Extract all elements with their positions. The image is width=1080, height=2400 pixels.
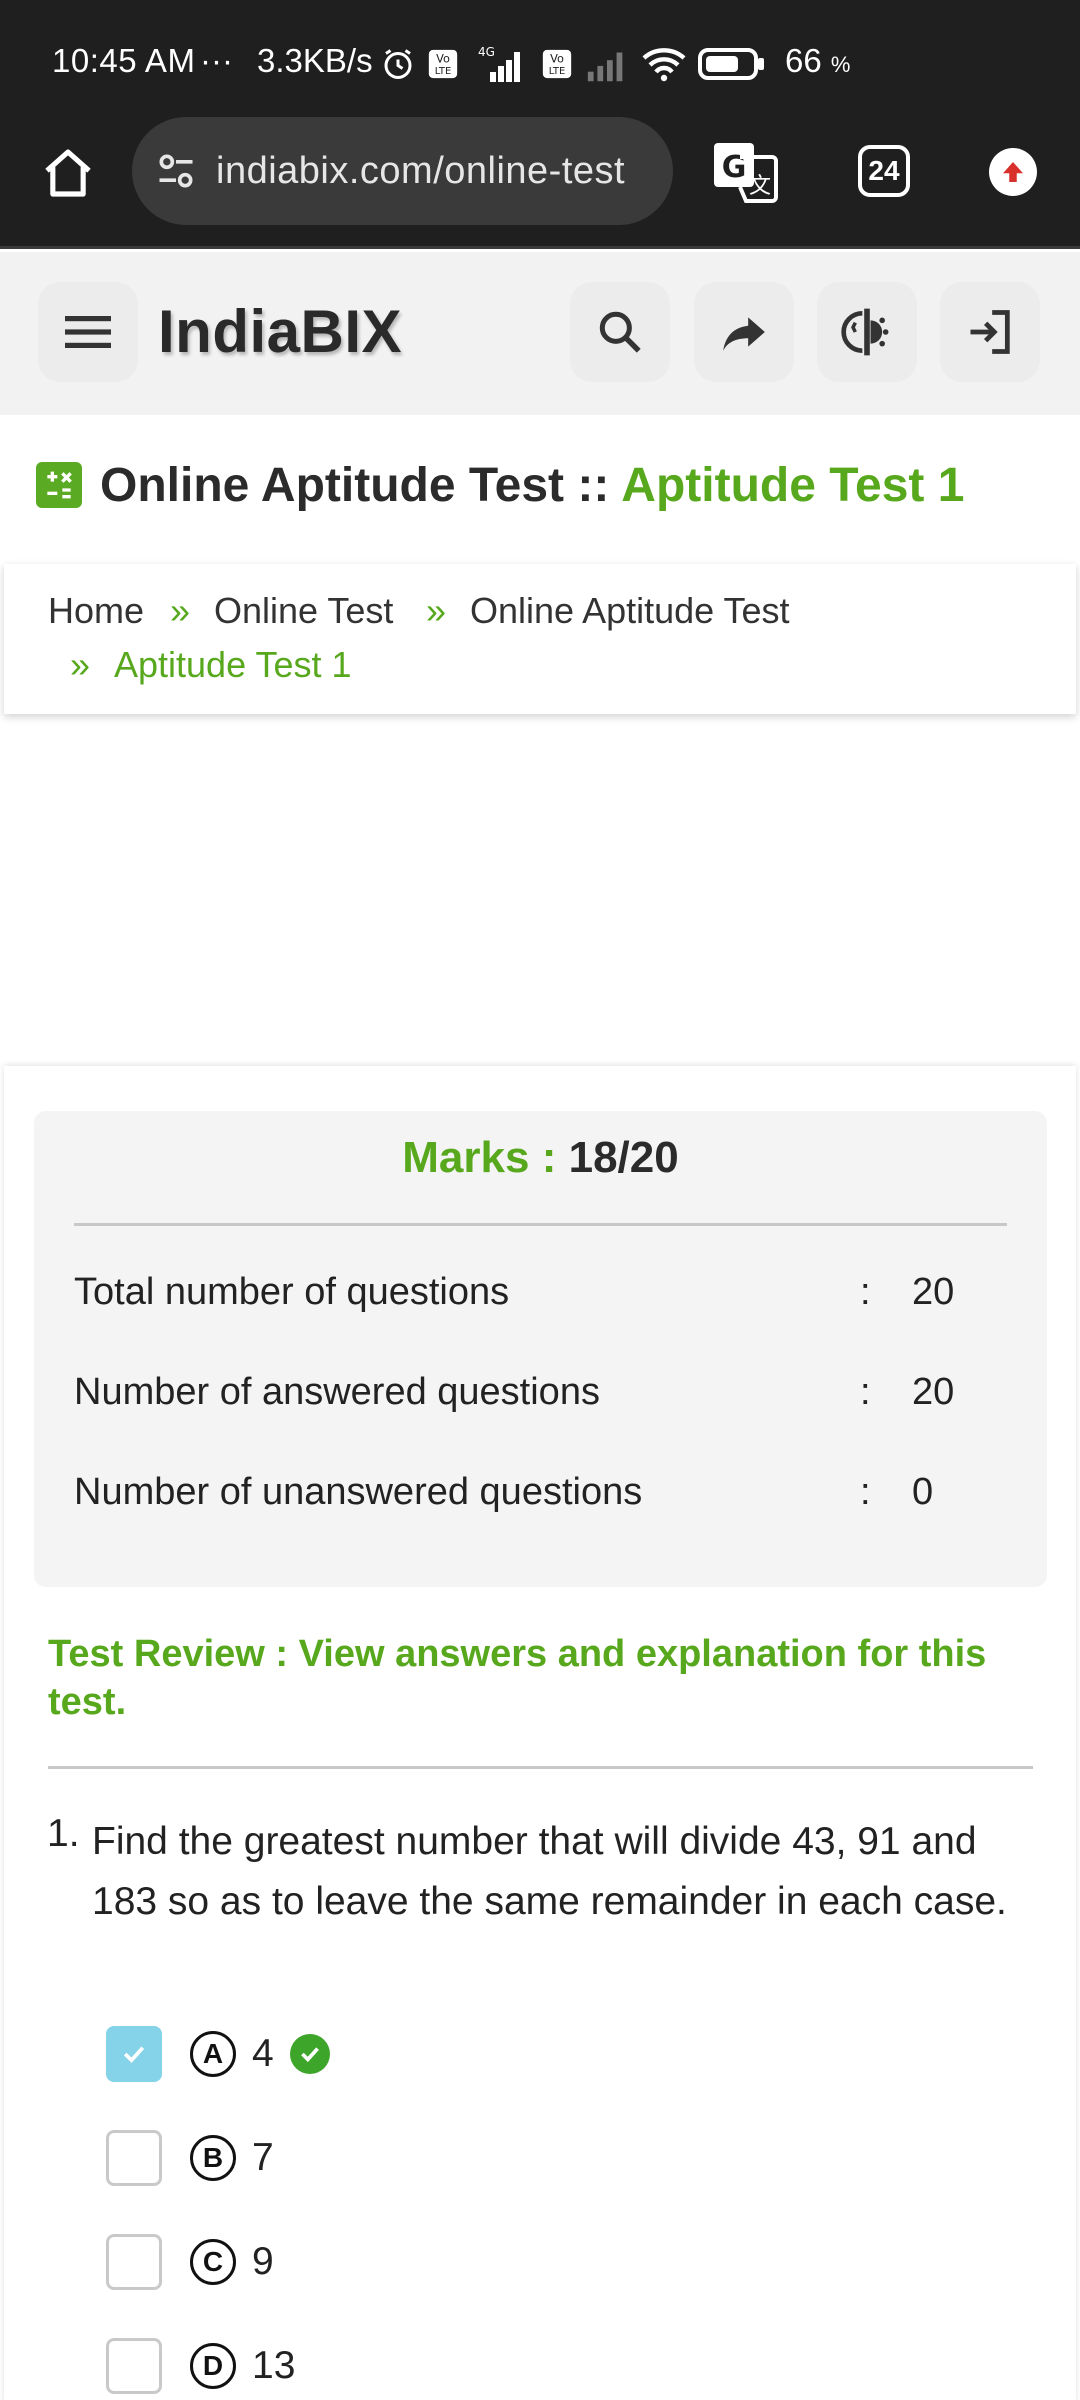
home-icon <box>45 149 91 197</box>
browser-toolbar: indiabix.com/online-test G文 24 <box>0 117 1080 249</box>
login-icon <box>970 310 1010 354</box>
search-button[interactable] <box>570 282 670 382</box>
svg-text:Vo: Vo <box>436 52 450 66</box>
home-button[interactable] <box>36 141 100 205</box>
theme-toggle-button[interactable] <box>817 282 917 382</box>
option-text: 13 <box>252 2344 296 2387</box>
option-letter: A <box>190 2031 236 2077</box>
alarm-icon <box>384 49 412 79</box>
svg-text:4G: 4G <box>478 45 495 59</box>
option-letter: B <box>190 2135 236 2181</box>
breadcrumb-separator: » <box>426 590 447 631</box>
translate-button[interactable]: G文 <box>712 141 778 203</box>
calculator-icon <box>36 462 82 508</box>
status-bar: 10:45 AM ··· 3.3KB/s Vo LTE 4G Vo LTE 66 % <box>0 0 1080 117</box>
breadcrumb-online-test[interactable]: Online Test <box>214 590 393 632</box>
status-time: 10:45 AM <box>52 42 196 79</box>
marks-label: Marks : <box>402 1133 557 1182</box>
share-icon <box>723 317 765 351</box>
option-checkbox[interactable] <box>106 2130 162 2186</box>
login-button[interactable] <box>940 282 1040 382</box>
theme-toggle-icon <box>841 308 889 356</box>
hamburger-icon <box>65 316 111 348</box>
stat-value: 20 <box>912 1371 955 1413</box>
stat-row: Number of answered questions : 20 <box>74 1371 974 1414</box>
breadcrumb-online-aptitude-test[interactable]: Online Aptitude Test <box>470 590 790 632</box>
result-summary: Marks : 18/20 Total number of questions … <box>34 1111 1047 1587</box>
stat-label: Total number of questions <box>74 1271 510 1313</box>
share-button[interactable] <box>694 282 794 382</box>
volte-icon: VoLTE <box>428 49 458 79</box>
svg-text:LTE: LTE <box>549 66 565 77</box>
option-a[interactable]: A 4 <box>106 2026 330 2082</box>
checkmark-icon <box>123 2046 145 2063</box>
site-settings-icon[interactable] <box>154 149 198 193</box>
marks-value: 18/20 <box>568 1133 679 1182</box>
option-checkbox[interactable] <box>106 2026 162 2082</box>
correct-answer-icon <box>289 2034 330 2074</box>
site-logo[interactable]: IndiaBIX <box>158 297 402 366</box>
svg-text:文: 文 <box>749 174 771 199</box>
status-dots: ··· <box>200 42 233 79</box>
option-text: 9 <box>252 2240 274 2283</box>
question-number: 1. <box>47 1812 80 1855</box>
breadcrumb-home[interactable]: Home <box>48 590 144 632</box>
page-title: Online Aptitude Test :: Aptitude Test 1 <box>36 455 964 515</box>
stat-row: Number of unanswered questions : 0 <box>74 1471 974 1514</box>
stat-value: 0 <box>912 1471 934 1513</box>
option-letter: C <box>190 2239 236 2285</box>
option-checkbox[interactable] <box>106 2338 162 2394</box>
search-icon <box>599 311 641 353</box>
divider <box>48 1766 1033 1769</box>
battery-unit: % <box>830 52 851 77</box>
volte-icon: VoLTE <box>542 49 572 79</box>
question-text: Find the greatest number that will divid… <box>92 1820 1007 1923</box>
option-d[interactable]: D 13 <box>106 2338 295 2394</box>
marks: Marks : 18/20 <box>34 1133 1047 1183</box>
stat-value: 20 <box>912 1271 955 1313</box>
stat-colon: : <box>860 1371 871 1413</box>
page-title-main: Online Aptitude Test :: <box>100 458 610 512</box>
page-title-sub: Aptitude Test 1 <box>621 458 965 512</box>
stat-label: Number of answered questions <box>74 1371 600 1413</box>
test-review-heading: Test Review : View answers and explanati… <box>48 1633 987 1723</box>
breadcrumb-separator: » <box>70 644 91 685</box>
network-speed: 3.3KB/s <box>257 42 373 79</box>
upload-arrow-icon <box>1003 162 1023 182</box>
breadcrumb-separator: » <box>170 590 191 631</box>
site-header: IndiaBIX <box>0 252 1080 415</box>
translate-icon: G文 <box>714 143 778 203</box>
option-checkbox[interactable] <box>106 2234 162 2290</box>
tab-switcher-button[interactable]: 24 <box>858 145 910 197</box>
signal-4g-icon: 4G <box>478 45 520 82</box>
option-text: 7 <box>252 2136 274 2179</box>
option-b[interactable]: B 7 <box>106 2130 274 2186</box>
menu-button[interactable] <box>38 282 138 382</box>
stat-row: Total number of questions : 20 <box>74 1271 974 1314</box>
breadcrumb-current: Aptitude Test 1 <box>114 644 352 685</box>
stat-colon: : <box>860 1271 871 1313</box>
battery-percent: 66 % <box>785 42 850 80</box>
battery-value: 66 <box>785 42 822 79</box>
stat-label: Number of unanswered questions <box>74 1471 643 1513</box>
battery-icon <box>698 48 764 80</box>
status-icons: Vo LTE 4G Vo LTE <box>380 44 766 84</box>
address-bar[interactable]: indiabix.com/online-test <box>132 117 673 225</box>
breadcrumb: Home » Online Test » Online Aptitude Tes… <box>4 564 1076 714</box>
option-text: 4 <box>252 2032 274 2075</box>
url-text[interactable]: indiabix.com/online-test <box>216 150 646 193</box>
divider <box>74 1223 1007 1226</box>
tab-count: 24 <box>868 155 900 186</box>
signal-icon <box>587 52 623 82</box>
stat-colon: : <box>860 1471 871 1513</box>
svg-text:Vo: Vo <box>550 52 564 66</box>
wifi-icon <box>642 48 686 82</box>
option-c[interactable]: C 9 <box>106 2234 274 2290</box>
profile-button[interactable] <box>989 148 1037 196</box>
svg-text:LTE: LTE <box>435 66 451 77</box>
option-letter: D <box>190 2343 236 2389</box>
